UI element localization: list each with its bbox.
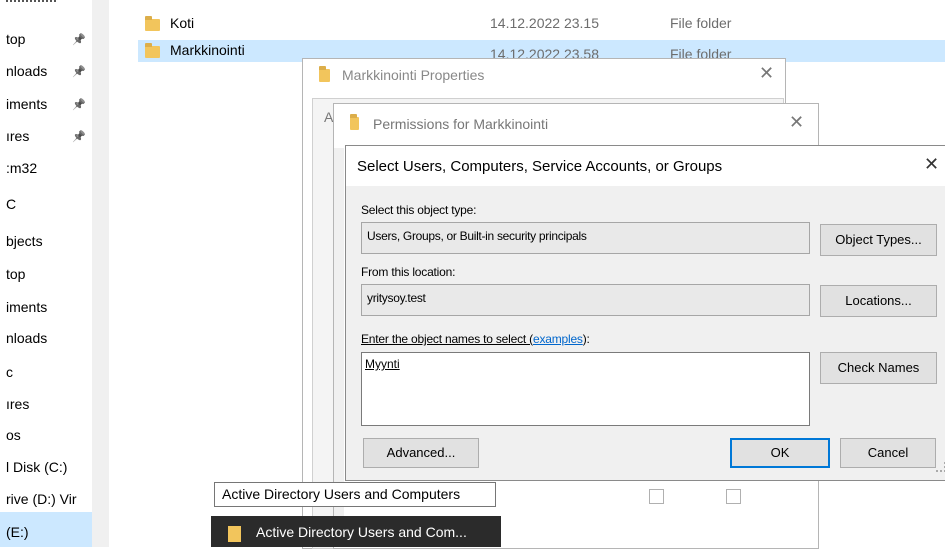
nav-item[interactable]: iments xyxy=(6,299,47,315)
file-type: File folder xyxy=(670,15,732,31)
folder-icon xyxy=(145,43,160,58)
resize-grip[interactable] xyxy=(936,462,945,472)
nav-item-clipped xyxy=(6,0,56,8)
properties-tab-label: A xyxy=(324,109,334,125)
nav-item[interactable]: top xyxy=(6,266,25,282)
nav-item[interactable]: :m32 xyxy=(6,160,37,176)
taskbar-thumbnail[interactable]: Active Directory Users and Com... xyxy=(211,516,501,547)
nav-item[interactable]: nloads xyxy=(6,63,47,79)
nav-item[interactable]: ıres xyxy=(6,128,29,144)
pin-icon: 📌 xyxy=(72,131,86,143)
file-date: 14.12.2022 23.15 xyxy=(490,15,599,31)
pin-icon: 📌 xyxy=(72,34,86,46)
nav-item[interactable]: ıres xyxy=(6,396,29,412)
pin-icon: 📌 xyxy=(72,99,86,111)
navigation-pane-scrollbar[interactable] xyxy=(92,0,109,547)
object-type-label: Select this object type: xyxy=(361,203,477,217)
nav-item[interactable]: l Disk (C:) xyxy=(6,459,67,475)
select-users-close-icon[interactable]: ✕ xyxy=(924,154,939,175)
object-names-label: Enter the object names to select (exampl… xyxy=(361,332,590,346)
permission-checkbox[interactable] xyxy=(726,489,741,504)
select-users-titlebar: Select Users, Computers, Service Account… xyxy=(346,146,945,186)
nav-item[interactable]: top xyxy=(6,31,25,47)
select-users-title: Select Users, Computers, Service Account… xyxy=(357,158,723,175)
nav-item[interactable]: os xyxy=(6,427,21,443)
nav-item[interactable]: C xyxy=(6,196,16,212)
nav-item[interactable]: rive (D:) Vir xyxy=(6,491,77,507)
location-field: yritysoy.test xyxy=(361,284,810,316)
file-row-koti[interactable]: Koti 14.12.2022 23.15 File folder xyxy=(138,13,945,35)
advanced-button[interactable]: Advanced... xyxy=(363,438,479,468)
nav-item[interactable]: (E:) xyxy=(6,524,29,540)
nav-item[interactable]: iments xyxy=(6,96,47,112)
folder-icon xyxy=(145,16,160,31)
permissions-dialog-title: Permissions for Markkinointi xyxy=(373,116,549,132)
folder-icon xyxy=(350,114,359,130)
properties-close-icon[interactable]: ✕ xyxy=(759,63,774,84)
active-directory-app-icon xyxy=(228,526,241,542)
folder-icon xyxy=(319,66,330,82)
permissions-close-icon[interactable]: ✕ xyxy=(789,112,804,133)
nav-item[interactable]: bjects xyxy=(6,233,43,249)
properties-dialog-title: Markkinointi Properties xyxy=(342,67,485,83)
taskbar-tooltip: Active Directory Users and Computers xyxy=(214,482,496,507)
pin-icon: 📌 xyxy=(72,66,86,78)
permission-checkbox[interactable] xyxy=(649,489,664,504)
location-label: From this location: xyxy=(361,265,456,279)
locations-button[interactable]: Locations... xyxy=(820,285,937,317)
file-name: Markkinointi xyxy=(170,42,245,58)
ok-button[interactable]: OK xyxy=(730,438,830,468)
nav-item[interactable]: c xyxy=(6,364,13,380)
nav-item[interactable]: nloads xyxy=(6,330,47,346)
object-type-field: Users, Groups, or Built-in security prin… xyxy=(361,222,810,254)
cancel-button[interactable]: Cancel xyxy=(840,438,936,468)
check-names-button[interactable]: Check Names xyxy=(820,352,937,384)
file-name: Koti xyxy=(170,15,195,31)
object-types-button[interactable]: Object Types... xyxy=(820,224,937,256)
object-names-input[interactable]: Myynti xyxy=(361,352,810,426)
examples-link[interactable]: examples xyxy=(533,332,583,346)
taskbar-thumbnail-label: Active Directory Users and Com... xyxy=(256,524,467,540)
